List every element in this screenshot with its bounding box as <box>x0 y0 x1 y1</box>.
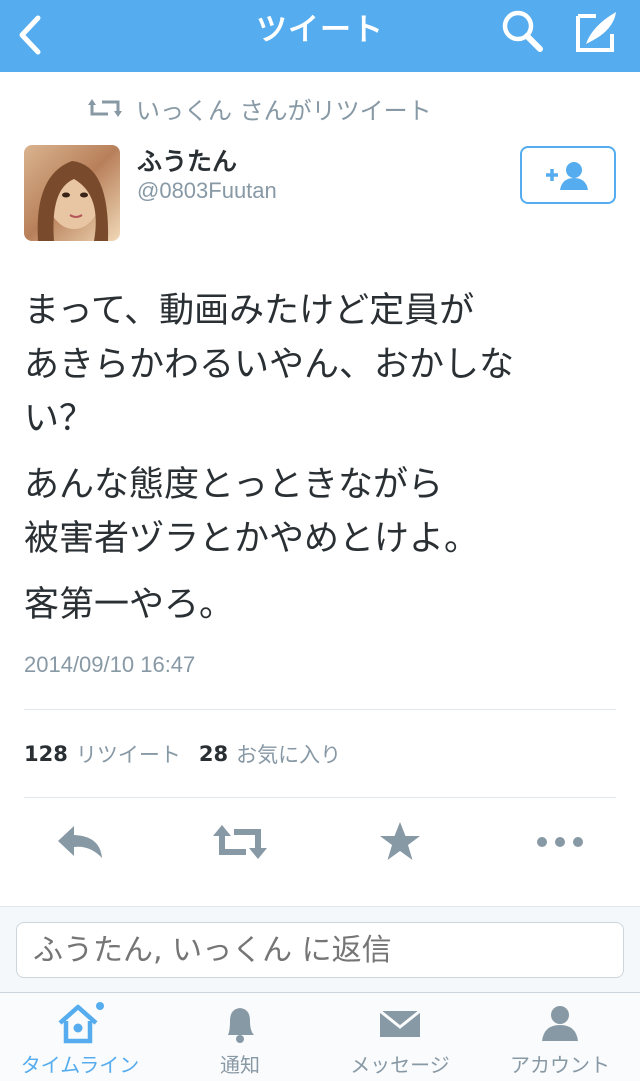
tab-notifications[interactable]: 通知 <box>160 993 320 1081</box>
favorite-count-label[interactable]: お気に入り <box>236 739 341 769</box>
divider <box>24 709 616 710</box>
retweet-count-label[interactable]: リツイート <box>76 739 181 769</box>
bell-icon <box>216 1001 264 1045</box>
retweet-icon <box>88 96 122 120</box>
person-icon <box>536 1001 584 1045</box>
tab-label: 通知 <box>220 1053 260 1077</box>
tab-label: タイムライン <box>20 1053 140 1077</box>
divider <box>24 797 616 798</box>
tweet-timestamp: 2014/09/10 16:47 <box>24 652 196 677</box>
tweet-actions <box>0 812 640 874</box>
retweet-context-label: いっくん さんがリツイート <box>136 96 432 125</box>
tweet-paragraph: まって、動画みたけど定員が あきらかわるいやん、おかしな い？ <box>24 291 515 439</box>
user-handle[interactable]: @0803Fuutan <box>137 178 277 204</box>
avatar[interactable] <box>24 145 120 241</box>
tab-label: アカウント <box>510 1053 610 1077</box>
add-user-icon <box>546 162 588 190</box>
follow-button[interactable] <box>520 146 616 204</box>
favorite-count[interactable]: 28 <box>199 742 228 766</box>
reply-icon[interactable] <box>50 812 110 872</box>
envelope-icon <box>376 1001 424 1045</box>
tweet-text: まって、動画みたけど定員が あきらかわるいやん、おかしな い？ あんな態度とっと… <box>24 284 624 644</box>
user-display-name[interactable]: ふうたん <box>137 142 237 178</box>
home-icon <box>56 1001 104 1045</box>
favorite-star-icon[interactable] <box>370 812 430 872</box>
tab-account[interactable]: アカウント <box>480 993 640 1081</box>
tab-timeline[interactable]: タイムライン <box>0 993 160 1081</box>
bottom-tab-bar: タイムライン 通知 メッセージ アカウント <box>0 992 640 1081</box>
reply-bar <box>0 906 640 992</box>
more-dots-icon[interactable] <box>530 812 590 872</box>
retweet-count[interactable]: 128 <box>24 742 68 766</box>
retweet-icon[interactable] <box>210 812 270 872</box>
tweet-paragraph: 客第一やろ。 <box>24 585 235 625</box>
tweet-stats: 128 リツイート 28 お気に入り <box>24 736 359 772</box>
tab-messages[interactable]: メッセージ <box>320 993 480 1081</box>
tab-label: メッセージ <box>350 1053 450 1077</box>
top-navbar: ツイート <box>0 0 640 72</box>
compose-tweet-icon[interactable] <box>570 6 624 56</box>
reply-input[interactable] <box>16 922 624 978</box>
search-icon[interactable] <box>495 6 549 56</box>
retweet-context: いっくん さんがリツイート <box>88 88 432 128</box>
tweet-paragraph: あんな態度とっときながら 被害者ヅラとかやめとけよ。 <box>24 465 480 559</box>
